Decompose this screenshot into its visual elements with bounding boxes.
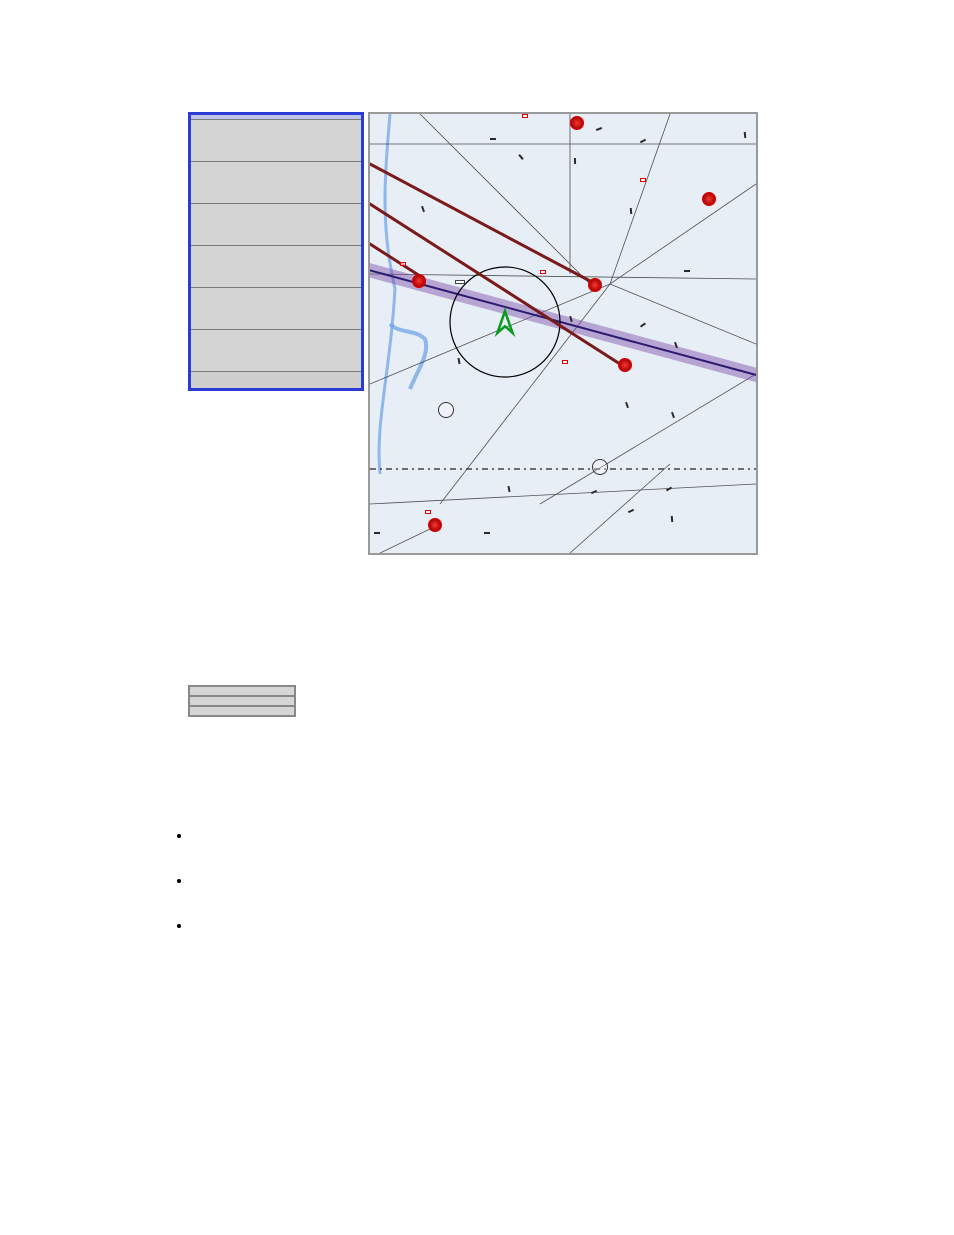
kanw-symbol	[428, 518, 442, 532]
katy-infobox	[640, 178, 646, 182]
decrease-min-rwy-button[interactable]	[189, 696, 295, 706]
airway-label	[630, 208, 633, 214]
emergency-item-kabr[interactable]	[191, 246, 361, 288]
filter-button-stack	[188, 685, 296, 717]
khon-symbol	[588, 278, 602, 292]
emergency-item-kmhe[interactable]	[191, 162, 361, 204]
isd-vor-icon	[438, 402, 454, 418]
moving-map[interactable]	[368, 112, 758, 555]
kabr-infobox	[522, 114, 528, 118]
map-vector-layer	[370, 114, 756, 553]
kpir-symbol	[412, 274, 426, 288]
airway-label	[684, 270, 690, 272]
increase-min-rwy-button[interactable]	[189, 686, 295, 696]
ykn-vor-icon	[592, 459, 608, 475]
emergency-item-kanw[interactable]	[191, 330, 361, 372]
screenshot-composite	[188, 112, 758, 555]
kanw-infobox	[425, 510, 431, 514]
note-decrease-min-rwy	[192, 873, 808, 888]
note-increase-min-rwy	[192, 828, 808, 843]
waypoint-eta-box	[455, 280, 465, 284]
katy-symbol	[702, 192, 716, 206]
kpir-infobox	[400, 262, 406, 266]
airway-label	[490, 138, 496, 140]
note-ifr-vfr	[192, 918, 808, 933]
khon-infobox	[540, 270, 546, 274]
kmhe-symbol	[618, 358, 632, 372]
emergency-item-kpir[interactable]	[191, 204, 361, 246]
kabr-symbol	[570, 116, 584, 130]
list-spacer	[191, 372, 361, 388]
kmhe-infobox	[562, 360, 568, 364]
emergency-item-katy[interactable]	[191, 288, 361, 330]
airway-label	[574, 158, 576, 164]
filter-notes	[168, 828, 808, 963]
page	[0, 0, 954, 1235]
emergency-airport-list	[188, 112, 364, 391]
airway-label	[484, 532, 490, 534]
airway-label	[744, 132, 747, 138]
emergency-item-khon[interactable]	[191, 120, 361, 162]
airway-label	[374, 532, 380, 534]
ifr-vfr-toggle-button[interactable]	[189, 706, 295, 716]
airway-label	[671, 516, 674, 522]
